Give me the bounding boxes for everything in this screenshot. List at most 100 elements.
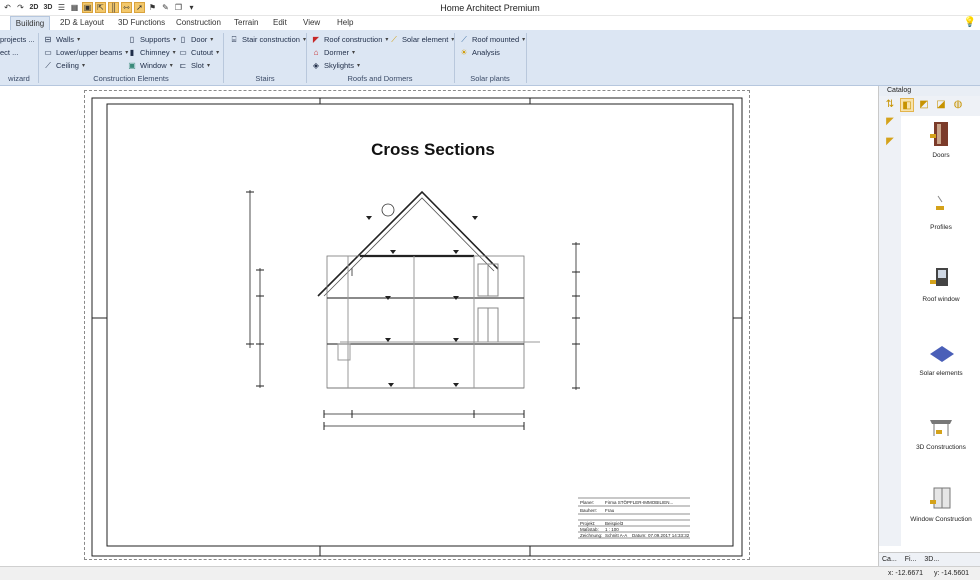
catalog-sidebar: ◤ ◤ [879,116,901,546]
app-title: Home Architect Premium [440,3,540,13]
slot-button[interactable]: ⊏ Slot ▾ [178,61,210,70]
catalog-item-window-construction[interactable]: Window Construction [901,484,980,523]
tab-help[interactable]: Help [337,16,353,30]
catalog-folder-closed-icon[interactable]: ◤ [879,136,901,156]
catalog-item-solar-elements[interactable]: Solar elements [901,338,980,377]
catalog-tab-3d[interactable]: 3D... [924,556,939,563]
window-icon: ▣ [128,61,136,70]
ceiling-icon: ⟋ [45,61,51,70]
drawing-title: Cross Sections [371,140,495,159]
bauherr-label: Bauherr: [580,508,597,513]
skylights-icon: ◈ [312,61,320,70]
catalog-tab-catalog[interactable]: Ca... [882,556,897,563]
tab-terrain[interactable]: Terrain [234,16,258,30]
supports-button[interactable]: ▯ Supports ▾ [127,35,176,44]
bauherr-value: Frau [605,508,615,513]
catalog-item-3d-constructions[interactable]: 3D Constructions [901,412,980,451]
dormer-button[interactable]: ⌂ Dormer ▾ [311,48,355,57]
profiles-icon [936,195,944,210]
chimney-icon: ▮ [129,48,135,57]
menu-bar: Building 2D & Layout 3D Functions Constr… [0,16,980,30]
supports-icon: ▯ [129,35,135,44]
zeichnung-label: Zeichnung: [580,533,602,538]
roof-mounted-icon: ⟋ [461,35,467,44]
door-button[interactable]: ▯ Door ▾ [178,35,213,44]
window-button[interactable]: ▣ Window ▾ [127,61,172,70]
chimney-button[interactable]: ▮ Chimney ▾ [127,48,176,57]
roof-mounted-button[interactable]: ⟋ Roof mounted ▾ [459,35,525,44]
group-label-roofs-dormers: Roofs and Dormers [347,74,413,83]
group-label-construction-elements: Construction Elements [93,74,169,83]
ribbon-separator [526,33,527,83]
projects-button[interactable]: projects ... [0,35,35,44]
datum-label: Datum: [632,533,647,538]
slot-icon: ⊏ [179,61,187,70]
dormer-icon: ⌂ [313,48,319,57]
catalog-up-icon[interactable]: ⇅ [883,98,897,112]
group-label-wizard: wizard [8,74,30,83]
catalog-toolbar: ⇅ ◧ ◩ ◪ ◍ [879,96,980,116]
doors-icon [930,122,948,146]
catalog-item-doors[interactable]: Doors [901,120,980,159]
roof-construction-button[interactable]: ◤ Roof construction ▾ [311,35,388,44]
tab-building[interactable]: Building [10,16,50,30]
cutout-button[interactable]: ▭ Cutout ▾ [178,48,219,57]
analysis-button[interactable]: ☀ Analysis [459,48,500,57]
analysis-icon: ☀ [460,48,468,57]
help-bulb-icon[interactable]: 💡 [964,17,976,28]
projects-2-button[interactable]: ect ... [0,48,18,57]
title-bar: ↶ ↷ 2D 3D ☰ ▦ ▣ ⇱ ║ ⇿ ➚ ⚑ ✎ ❐ ▾ Home Arc… [0,0,980,16]
tab-2d-layout[interactable]: 2D & Layout [60,16,104,30]
planer-label: Planer: [580,500,594,505]
coord-y: y: -14.5601 [934,570,970,577]
walls-icon: ⊟ [44,35,52,44]
catalog-panel: Catalog ⇅ ◧ ◩ ◪ ◍ ◤ ◤ Doors Profiles Roo… [878,86,980,566]
catalog-header: Catalog [879,86,980,96]
catalog-folder-open-icon[interactable]: ◤ [879,116,901,136]
catalog-folder-2-icon[interactable]: ◪ [934,98,948,112]
solar-element-button[interactable]: ⟋ Solar element ▾ [389,35,454,44]
skylights-button[interactable]: ◈ Skylights ▾ [311,61,360,70]
datum-value: 07.09.2017 14:33:32 [648,533,690,538]
solar-elements-icon [930,346,954,362]
projekt-value: Beispiel3 [605,521,624,526]
ribbon: projects ... ect ... wizard ⊟ Walls ▾ ▭ Low… [0,30,980,86]
catalog-building-icon[interactable]: ◧ [900,98,914,112]
ribbon-separator [38,33,39,83]
tab-view[interactable]: View [303,16,320,30]
window-construction-icon [930,487,951,509]
beams-button[interactable]: ▭ Lower/upper beams ▾ [43,48,128,57]
catalog-folder-icon[interactable]: ◩ [917,98,931,112]
title-block: Planer: Firma STÖPFLER-IMMOBILIEN... Bau… [578,497,690,539]
group-label-stairs: Stairs [255,74,275,83]
catalog-tab-files[interactable]: Fi... [905,556,917,563]
catalog-globe-icon[interactable]: ◍ [951,98,965,112]
tab-3d-functions[interactable]: 3D Functions [118,16,165,30]
beams-icon: ▭ [44,48,52,57]
coord-x: x: -12.6671 [888,570,924,577]
door-icon: ▯ [180,35,186,44]
catalog-item-roof-window[interactable]: Roof window [901,264,980,303]
catalog-item-profiles[interactable]: Profiles [901,192,980,231]
status-bar: x: -12.6671 y: -14.5601 [0,566,980,580]
drawing-canvas[interactable]: Cross Sections Planer: Firma STÖPFLER-IM… [0,86,878,566]
ceiling-button[interactable]: ⟋ Ceiling ▾ [43,61,85,70]
cutout-icon: ▭ [179,48,187,57]
massstab-value: 1 : 100 [605,527,619,532]
zeichnung-value: Schnitt A-A [605,533,627,538]
walls-button[interactable]: ⊟ Walls ▾ [43,35,80,44]
group-label-solar-plants: Solar plants [470,74,510,83]
projekt-label: Projekt: [580,521,595,526]
solar-element-icon: ⟋ [391,35,397,44]
massstab-label: Maßstab: [580,527,599,532]
tab-construction[interactable]: Construction [176,16,221,30]
roof-window-icon [930,268,948,286]
roof-icon: ◤ [312,35,320,44]
catalog-bottom-tabs: Ca... Fi... 3D... [879,552,980,566]
stair-construction-button[interactable]: ⌸ Stair construction ▾ [229,35,306,44]
planer-value: Firma STÖPFLER-IMMOBILIEN... [605,499,673,505]
cross-section-drawing: Cross Sections Planer: Firma STÖPFLER-IM… [91,97,743,557]
3d-constructions-icon [930,420,952,436]
stairs-icon: ⌸ [231,35,237,44]
tab-edit[interactable]: Edit [273,16,287,30]
